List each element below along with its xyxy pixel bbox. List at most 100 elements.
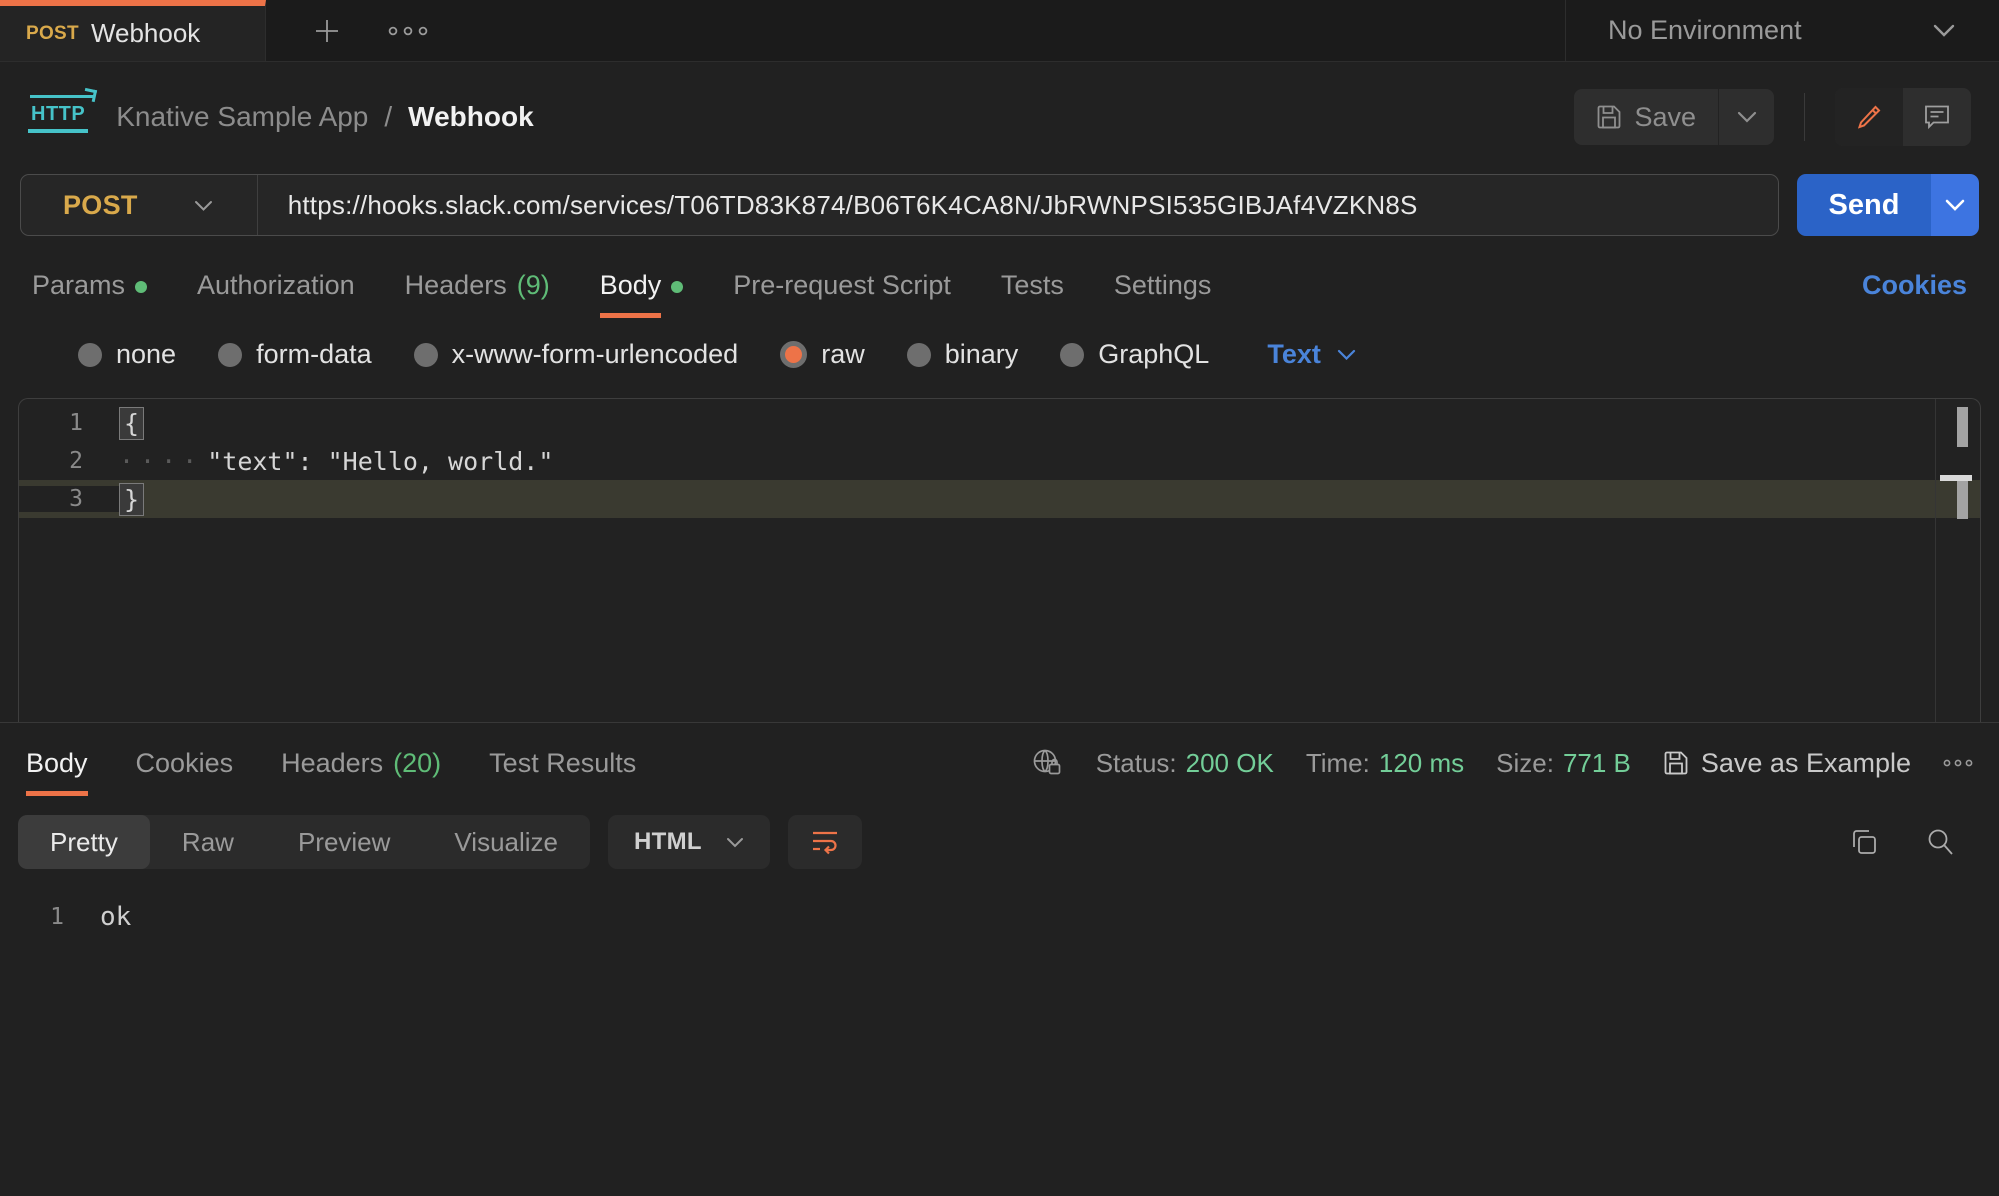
response-headers-count: (20) — [393, 748, 441, 779]
line-number: 1 — [19, 410, 119, 436]
tab-authorization[interactable]: Authorization — [197, 270, 355, 301]
breadcrumb-collection[interactable]: Knative Sample App — [116, 101, 368, 133]
response-toolbar: Pretty Raw Preview Visualize HTML — [0, 809, 1999, 875]
request-body-editor[interactable]: 1 { 2 ···· "text": "Hello, world." 3 } — [18, 398, 1981, 722]
wrap-text-icon — [810, 829, 840, 855]
body-mode-row: none form-data x-www-form-urlencoded raw… — [0, 339, 1999, 370]
mode-graphql[interactable]: GraphQL — [1060, 339, 1209, 370]
mode-form-data[interactable]: form-data — [218, 339, 372, 370]
response-tab-cookies[interactable]: Cookies — [136, 748, 234, 779]
line-number: 2 — [19, 448, 119, 474]
view-visualize[interactable]: Visualize — [422, 815, 590, 869]
bracket-highlight: { — [119, 407, 144, 440]
mode-raw[interactable]: raw — [780, 339, 865, 370]
view-pretty[interactable]: Pretty — [18, 815, 150, 869]
url-input[interactable]: https://hooks.slack.com/services/T06TD83… — [258, 190, 1418, 221]
response-tab-test-results[interactable]: Test Results — [489, 748, 636, 779]
send-button[interactable]: Send — [1797, 174, 1931, 236]
environment-label: No Environment — [1608, 15, 1802, 46]
response-options-button[interactable] — [1943, 759, 1973, 767]
status-badge: Status: 200 OK — [1096, 748, 1274, 779]
line-number: 1 — [0, 904, 100, 930]
tab-options-button[interactable] — [388, 0, 428, 61]
search-response-button[interactable] — [1925, 827, 1955, 857]
wrap-lines-button[interactable] — [788, 815, 862, 869]
request-tab-bar: POST Webhook No Environment — [0, 0, 1999, 62]
save-icon — [1596, 104, 1622, 130]
save-as-example-button[interactable]: Save as Example — [1663, 748, 1911, 779]
chevron-down-icon — [194, 200, 213, 211]
mode-none[interactable]: none — [78, 339, 176, 370]
save-options-button[interactable] — [1718, 89, 1774, 145]
radio-icon — [907, 343, 931, 367]
comments-button[interactable] — [1903, 88, 1971, 146]
breadcrumb-request-name[interactable]: Webhook — [408, 101, 533, 133]
tab-title-label: Webhook — [91, 18, 200, 49]
new-tab-button[interactable] — [312, 0, 342, 61]
tab-headers[interactable]: Headers (9) — [405, 270, 550, 301]
method-label: POST — [63, 190, 138, 221]
size-badge: Size: 771 B — [1496, 748, 1631, 779]
unsaved-dot — [671, 281, 683, 293]
response-view-switcher: Pretty Raw Preview Visualize — [18, 815, 590, 869]
bracket-highlight: } — [119, 483, 144, 516]
view-raw[interactable]: Raw — [150, 815, 266, 869]
environment-selector[interactable]: No Environment — [1565, 0, 1999, 61]
time-badge: Time: 120 ms — [1306, 748, 1464, 779]
request-header: HTTP Knative Sample App / Webhook Save — [0, 82, 1999, 152]
chevron-down-icon — [1337, 349, 1356, 360]
radio-selected-icon — [780, 341, 807, 368]
response-line: 1 ok — [0, 897, 1999, 937]
tab-pre-request-script[interactable]: Pre-request Script — [733, 270, 951, 301]
tab-params[interactable]: Params — [32, 270, 147, 301]
edit-comment-group — [1835, 88, 1971, 146]
edit-mode-button[interactable] — [1835, 88, 1903, 146]
network-info-icon[interactable] — [1032, 748, 1064, 778]
request-tabs: Params Authorization Headers (9) Body Pr… — [0, 270, 1999, 301]
response-body-viewer[interactable]: 1 ok — [0, 897, 1999, 937]
response-format-selector[interactable]: HTML — [608, 815, 770, 869]
tab-method-label: POST — [26, 23, 79, 45]
pencil-icon — [1855, 103, 1883, 131]
radio-icon — [78, 343, 102, 367]
line-number: 3 — [19, 486, 119, 512]
postman-window: POST Webhook No Environment HTTP Knative… — [0, 0, 1999, 1196]
copy-response-button[interactable] — [1849, 827, 1879, 857]
send-options-button[interactable] — [1931, 174, 1979, 236]
scrollbar-marker[interactable] — [1957, 481, 1968, 519]
radio-icon — [1060, 343, 1084, 367]
plus-icon — [312, 16, 342, 46]
cookies-link[interactable]: Cookies — [1862, 270, 1967, 301]
tab-body[interactable]: Body — [600, 270, 684, 301]
editor-line: 2 ···· "text": "Hello, world." — [19, 442, 1980, 480]
overview-ruler — [1935, 399, 1936, 722]
tab-tests[interactable]: Tests — [1001, 270, 1064, 301]
comment-icon — [1923, 104, 1951, 130]
method-selector[interactable]: POST — [21, 175, 257, 235]
raw-language-selector[interactable]: Text — [1267, 339, 1356, 370]
view-preview[interactable]: Preview — [266, 815, 422, 869]
url-row: POST https://hooks.slack.com/services/T0… — [0, 174, 1999, 236]
open-request-tab[interactable]: POST Webhook — [0, 0, 266, 61]
response-section: Body Cookies Headers (20) Test Results — [0, 722, 1999, 937]
response-header: Body Cookies Headers (20) Test Results — [0, 723, 1999, 803]
breadcrumb-separator: / — [384, 101, 392, 133]
mode-binary[interactable]: binary — [907, 339, 1019, 370]
chevron-down-icon — [1737, 111, 1757, 123]
unsaved-dot — [135, 281, 147, 293]
whitespace-dots: ···· — [119, 447, 203, 476]
more-options-icon — [388, 26, 428, 36]
radio-icon — [218, 343, 242, 367]
response-text: ok — [100, 902, 131, 932]
save-button-group: Save — [1574, 89, 1774, 145]
chevron-down-icon — [1933, 24, 1955, 37]
response-tab-headers[interactable]: Headers (20) — [281, 748, 441, 779]
save-icon — [1663, 750, 1689, 776]
tab-settings[interactable]: Settings — [1114, 270, 1212, 301]
scrollbar-marker[interactable] — [1957, 407, 1968, 447]
send-button-group: Send — [1797, 174, 1979, 236]
save-button[interactable]: Save — [1574, 89, 1718, 145]
save-button-label: Save — [1634, 102, 1696, 133]
response-tab-body[interactable]: Body — [26, 748, 88, 779]
mode-x-www-form-urlencoded[interactable]: x-www-form-urlencoded — [414, 339, 739, 370]
